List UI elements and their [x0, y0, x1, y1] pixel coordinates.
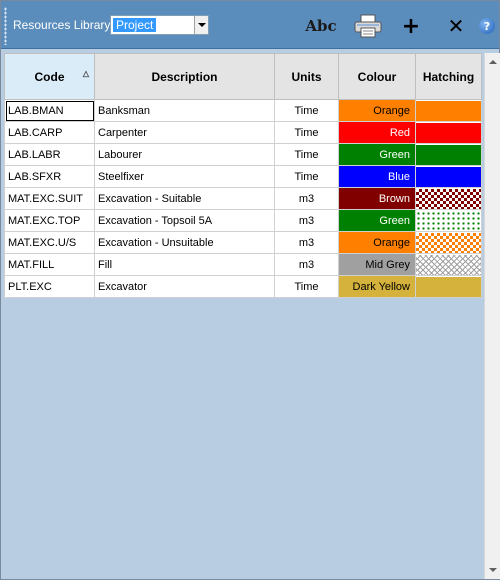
column-header-units[interactable]: Units	[274, 53, 339, 100]
colour-cell[interactable]: Blue	[338, 165, 416, 188]
hatch-swatch	[416, 232, 481, 253]
table-row[interactable]: MAT.FILL Fill m3 Mid Grey	[4, 253, 482, 276]
scroll-up-arrow-icon[interactable]	[485, 53, 500, 70]
scroll-down-arrow-icon[interactable]	[485, 562, 500, 579]
resources-grid: Code △ Description Units Colour Hatching…	[4, 53, 484, 578]
add-button[interactable]: +	[399, 13, 423, 39]
colour-cell[interactable]: Orange	[338, 99, 416, 122]
code-cell[interactable]: MAT.EXC.U/S	[4, 231, 95, 254]
description-cell[interactable]: Excavation - Topsoil 5A	[94, 209, 275, 232]
chevron-down-icon[interactable]	[194, 16, 208, 34]
column-header-colour[interactable]: Colour	[338, 53, 416, 100]
table-row[interactable]: LAB.CARP Carpenter Time Red	[4, 121, 482, 144]
hatching-cell[interactable]	[415, 99, 482, 122]
description-cell[interactable]: Carpenter	[94, 121, 275, 144]
library-select[interactable]: Project	[110, 15, 209, 35]
code-cell[interactable]: MAT.EXC.SUIT	[4, 187, 95, 210]
colour-cell[interactable]: Brown	[338, 187, 416, 210]
hatching-cell[interactable]	[415, 121, 482, 144]
resources-table: Code △ Description Units Colour Hatching…	[4, 53, 482, 298]
toolbar: Resources Library Project Abc + ✕ ?	[1, 1, 499, 49]
table-row[interactable]: LAB.SFXR Steelfixer Time Blue	[4, 165, 482, 188]
hatching-cell[interactable]	[415, 165, 482, 188]
print-button[interactable]	[351, 13, 385, 39]
column-header-hatching[interactable]: Hatching	[415, 53, 482, 100]
toolbar-grip[interactable]	[4, 7, 7, 45]
hatch-swatch	[416, 144, 481, 165]
description-cell[interactable]: Excavation - Suitable	[94, 187, 275, 210]
units-cell[interactable]: Time	[274, 99, 339, 122]
hatch-swatch	[416, 210, 481, 231]
table-row[interactable]: MAT.EXC.U/S Excavation - Unsuitable m3 Oran…	[4, 231, 482, 254]
colour-cell[interactable]: Dark Yellow	[338, 275, 416, 298]
units-cell[interactable]: m3	[274, 253, 339, 276]
units-cell[interactable]: m3	[274, 187, 339, 210]
table-row[interactable]: PLT.EXC Excavator Time Dark Yellow	[4, 275, 482, 298]
hatch-swatch	[416, 166, 481, 187]
table-row[interactable]: MAT.EXC.SUIT Excavation - Suitable m3 Brown	[4, 187, 482, 210]
hatch-swatch	[416, 100, 481, 121]
spell-check-icon: Abc	[305, 17, 337, 35]
colour-cell[interactable]: Mid Grey	[338, 253, 416, 276]
code-cell[interactable]: MAT.EXC.TOP	[4, 209, 95, 232]
header-row: Code △ Description Units Colour Hatching	[4, 53, 482, 100]
units-cell[interactable]: Time	[274, 143, 339, 166]
description-cell[interactable]: Banksman	[94, 99, 275, 122]
description-cell[interactable]: Fill	[94, 253, 275, 276]
hatching-cell[interactable]	[415, 209, 482, 232]
hatching-cell[interactable]	[415, 231, 482, 254]
description-cell[interactable]: Excavator	[94, 275, 275, 298]
hatch-swatch	[416, 254, 481, 275]
close-icon: ✕	[447, 14, 465, 38]
table-body: LAB.BMAN Banksman Time Orange LAB.CARP Carpen…	[4, 99, 482, 298]
code-cell[interactable]: LAB.CARP	[4, 121, 95, 144]
units-cell[interactable]: Time	[274, 275, 339, 298]
description-cell[interactable]: Steelfixer	[94, 165, 275, 188]
hatching-cell[interactable]	[415, 187, 482, 210]
hatch-swatch	[416, 122, 481, 143]
sort-ascending-icon: △	[82, 69, 89, 78]
delete-button[interactable]: ✕	[444, 13, 468, 39]
library-label: Resources Library	[13, 18, 111, 32]
plus-icon: +	[401, 13, 421, 39]
code-cell[interactable]: LAB.BMAN	[4, 99, 95, 122]
hatch-swatch	[416, 188, 481, 209]
resources-library-window: Resources Library Project Abc + ✕ ? Code…	[0, 0, 500, 580]
description-cell[interactable]: Excavation - Unsuitable	[94, 231, 275, 254]
vertical-scrollbar[interactable]	[484, 53, 500, 579]
table-row[interactable]: LAB.LABR Labourer Time Green	[4, 143, 482, 166]
hatching-cell[interactable]	[415, 275, 482, 298]
code-cell[interactable]: LAB.LABR	[4, 143, 95, 166]
units-cell[interactable]: Time	[274, 165, 339, 188]
hatching-cell[interactable]	[415, 253, 482, 276]
colour-cell[interactable]: Green	[338, 143, 416, 166]
code-cell[interactable]: LAB.SFXR	[4, 165, 95, 188]
colour-cell[interactable]: Green	[338, 209, 416, 232]
units-cell[interactable]: Time	[274, 121, 339, 144]
spell-check-button[interactable]: Abc	[301, 13, 341, 39]
description-cell[interactable]: Labourer	[94, 143, 275, 166]
colour-cell[interactable]: Orange	[338, 231, 416, 254]
colour-cell[interactable]: Red	[338, 121, 416, 144]
library-select-value: Project	[113, 18, 157, 32]
table-row[interactable]: LAB.BMAN Banksman Time Orange	[4, 99, 482, 122]
hatch-swatch	[416, 276, 481, 297]
hatching-cell[interactable]	[415, 143, 482, 166]
column-header-description[interactable]: Description	[94, 53, 275, 100]
units-cell[interactable]: m3	[274, 231, 339, 254]
help-button[interactable]: ?	[477, 13, 497, 39]
column-header-code[interactable]: Code △	[4, 53, 95, 100]
units-cell[interactable]: m3	[274, 209, 339, 232]
table-row[interactable]: MAT.EXC.TOP Excavation - Topsoil 5A m3 Gree…	[4, 209, 482, 232]
printer-icon	[354, 14, 382, 38]
code-cell[interactable]: PLT.EXC	[4, 275, 95, 298]
code-cell[interactable]: MAT.FILL	[4, 253, 95, 276]
help-icon: ?	[479, 18, 495, 34]
